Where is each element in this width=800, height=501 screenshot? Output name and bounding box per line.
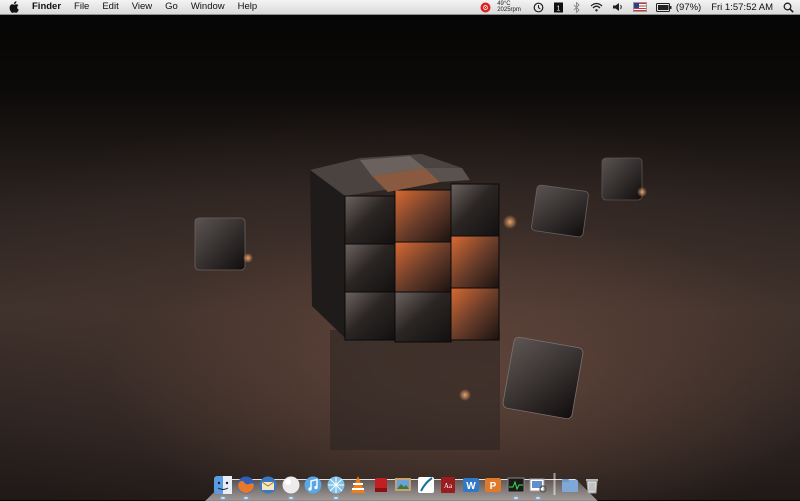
menu-window[interactable]: Window [191, 0, 225, 14]
apple-menu-icon[interactable] [8, 1, 20, 13]
running-indicator [333, 497, 338, 499]
istat-icon[interactable]: 1 [553, 2, 564, 13]
cpu-monitor-icon[interactable]: ⚙ [480, 2, 491, 13]
cube-wallpaper-art [194, 154, 647, 450]
menu-bar: Finder File Edit View Go Window Help ⚙ 4… [0, 0, 800, 15]
running-indicator [243, 497, 248, 499]
running-indicator [536, 497, 540, 499]
svg-text:Aa: Aa [444, 482, 453, 490]
running-indicator [288, 497, 293, 499]
dock-quill-app-icon[interactable] [416, 475, 436, 495]
svg-text:1: 1 [556, 5, 560, 12]
dock-documents-stack-icon[interactable] [560, 475, 580, 495]
dock-itunes-icon[interactable] [303, 475, 323, 495]
dock-trash-icon[interactable] [582, 475, 602, 495]
menu-edit[interactable]: Edit [102, 0, 118, 14]
dock-thunderbird-icon[interactable] [258, 475, 278, 495]
dock-safari-ball-icon[interactable] [281, 475, 301, 499]
svg-text:P: P [490, 481, 497, 492]
volume-icon[interactable] [612, 2, 624, 12]
temperature-readout[interactable]: 49°C 2025rpm [497, 1, 521, 13]
battery-icon[interactable] [655, 2, 672, 12]
menu-bar-status: ⚙ 49°C 2025rpm 1 (97%) Fri 1:57:52 AM [471, 0, 794, 14]
us-flag-input-icon[interactable] [632, 2, 647, 12]
wifi-icon[interactable] [590, 2, 603, 12]
dock-powerpoint-icon[interactable]: P [483, 475, 503, 495]
dock-word-icon[interactable]: W [461, 475, 481, 495]
dock-preview-icon[interactable] [528, 475, 548, 499]
dock-dictionary-icon[interactable]: Aa [438, 475, 458, 495]
menu-bar-left: Finder File Edit View Go Window Help [8, 0, 270, 14]
fan-speed-value: 2025rpm [497, 7, 521, 13]
desktop-wallpaper [0, 0, 800, 500]
menu-clock[interactable]: Fri 1:57:52 AM [711, 2, 773, 13]
dock: Aa W P [213, 471, 605, 499]
time-machine-icon[interactable] [533, 2, 544, 13]
dock-separator [552, 473, 556, 495]
dock-firefox-icon[interactable] [236, 475, 256, 499]
menu-view[interactable]: View [132, 0, 152, 14]
svg-text:W: W [466, 481, 476, 492]
menu-finder[interactable]: Finder [32, 0, 61, 14]
dock-vlc-icon[interactable] [348, 475, 368, 495]
dock-iphoto-icon[interactable] [393, 475, 413, 495]
running-indicator [221, 497, 225, 499]
dock-front-row-icon[interactable] [371, 475, 391, 495]
svg-text:⚙: ⚙ [483, 4, 489, 12]
menu-file[interactable]: File [74, 0, 89, 14]
running-indicator [513, 497, 518, 499]
bluetooth-icon[interactable] [573, 1, 581, 13]
dock-network-utility-icon[interactable] [326, 475, 346, 499]
battery-percent[interactable]: (97%) [676, 2, 701, 13]
menu-go[interactable]: Go [165, 0, 178, 14]
dock-activity-monitor-icon[interactable] [506, 475, 526, 499]
menu-help[interactable]: Help [238, 0, 258, 14]
spotlight-icon[interactable] [783, 2, 794, 13]
dock-finder-icon[interactable] [213, 475, 233, 499]
